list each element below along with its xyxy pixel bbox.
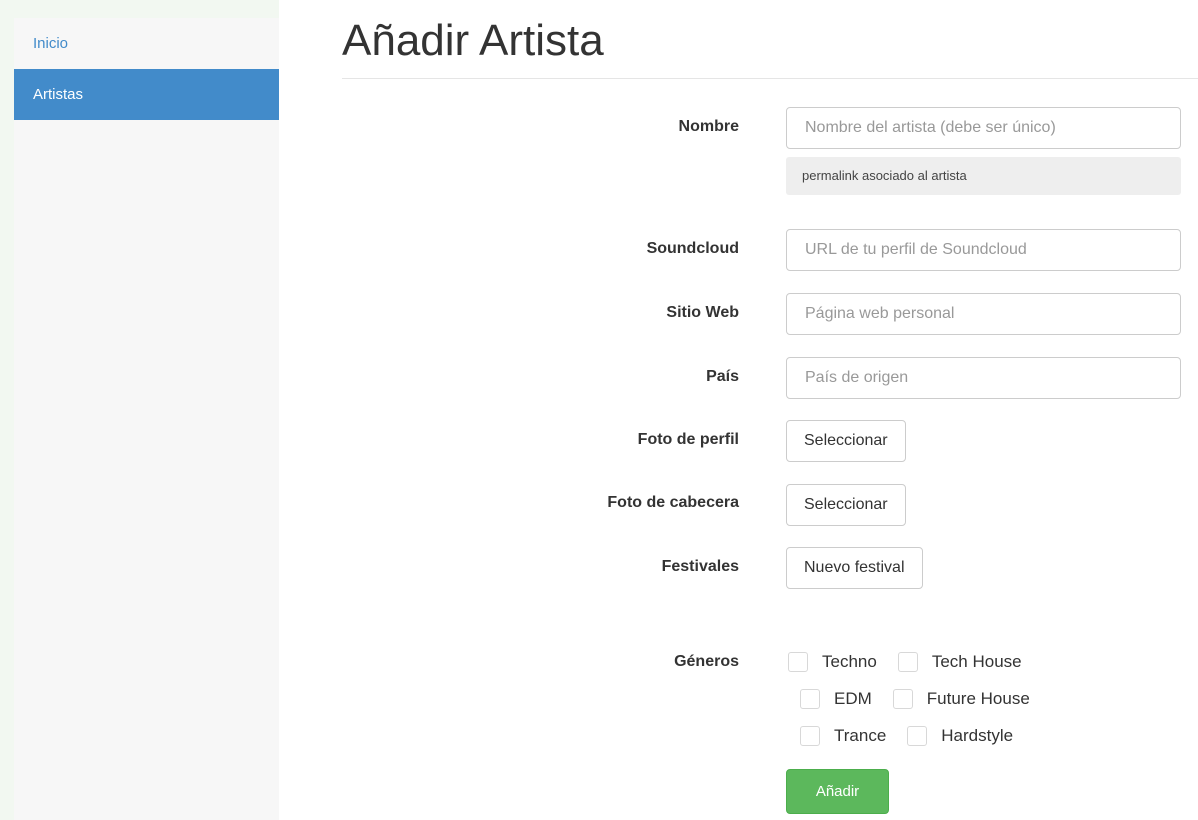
generos-row-1: Techno Tech House bbox=[788, 652, 1043, 672]
page-title: Añadir Artista bbox=[342, 16, 604, 65]
foto-perfil-label: Foto de perfil bbox=[637, 431, 739, 448]
future-house-label: Future House bbox=[926, 689, 1030, 708]
trance-label: Trance bbox=[834, 726, 887, 745]
checkbox-trance[interactable] bbox=[800, 726, 820, 746]
sidebar-item-inicio[interactable]: Inicio bbox=[14, 18, 279, 69]
sitio-web-label: Sitio Web bbox=[666, 304, 739, 321]
main-content: Añadir Artista Nombre permalink asociado… bbox=[279, 0, 1198, 820]
nombre-input[interactable] bbox=[786, 107, 1181, 149]
sitio-web-input[interactable] bbox=[786, 293, 1181, 335]
sidebar: Inicio Artistas bbox=[14, 18, 279, 820]
tech-house-label: Tech House bbox=[931, 652, 1022, 671]
nombre-label: Nombre bbox=[678, 118, 739, 135]
generos-label: Géneros bbox=[674, 653, 739, 670]
checkbox-techno[interactable] bbox=[788, 652, 808, 672]
checkbox-future-house[interactable] bbox=[892, 689, 913, 709]
nuevo-festival-button[interactable]: Nuevo festival bbox=[786, 547, 923, 589]
generos-row-3: Trance Hardstyle bbox=[800, 726, 1034, 746]
title-divider bbox=[342, 78, 1198, 79]
hardstyle-label: Hardstyle bbox=[941, 726, 1014, 745]
checkbox-tech-house[interactable] bbox=[897, 652, 918, 672]
festivales-label: Festivales bbox=[661, 558, 739, 575]
foto-perfil-select-button[interactable]: Seleccionar bbox=[786, 420, 906, 462]
techno-label: Techno bbox=[822, 652, 877, 671]
edm-label: EDM bbox=[834, 689, 872, 708]
page-background: Inicio Artistas Añadir Artista Nombre pe… bbox=[0, 0, 1198, 820]
anadir-submit-button[interactable]: Añadir bbox=[786, 769, 889, 814]
checkbox-edm[interactable] bbox=[800, 689, 820, 709]
soundcloud-input[interactable] bbox=[786, 229, 1181, 271]
sidebar-item-artistas[interactable]: Artistas bbox=[14, 69, 279, 120]
foto-cabecera-label: Foto de cabecera bbox=[607, 494, 739, 511]
pais-input[interactable] bbox=[786, 357, 1181, 399]
generos-row-2: EDM Future House bbox=[800, 689, 1051, 709]
foto-cabecera-select-button[interactable]: Seleccionar bbox=[786, 484, 906, 526]
pais-label: País bbox=[706, 368, 739, 385]
soundcloud-label: Soundcloud bbox=[646, 240, 739, 257]
checkbox-hardstyle[interactable] bbox=[907, 726, 928, 746]
permalink-display: permalink asociado al artista bbox=[786, 157, 1181, 195]
